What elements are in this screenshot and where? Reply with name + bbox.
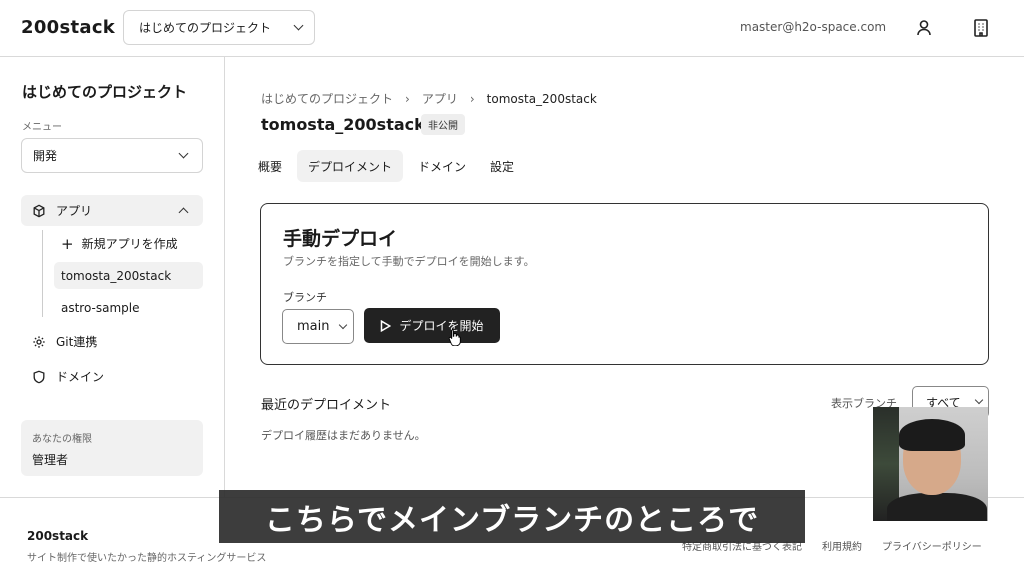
sidebar: はじめてのプロジェクト メニュー 開発 アプリ + 新規アプリを作成 tomos…	[0, 57, 225, 497]
sidebar-item-git[interactable]: Git連携	[32, 333, 97, 350]
chevron-down-icon	[293, 20, 304, 31]
hand-cursor-icon	[448, 329, 461, 346]
sidebar-item-domain[interactable]: ドメイン	[32, 368, 104, 385]
branch-label: ブランチ	[283, 291, 327, 304]
video-caption: こちらでメインブランチのところで	[219, 490, 805, 543]
empty-history-message: デプロイ履歴はまだありません。	[261, 429, 426, 442]
shield-icon	[33, 370, 45, 383]
sidebar-item-astro-sample[interactable]: astro-sample	[54, 294, 203, 321]
tab-settings[interactable]: 設定	[481, 150, 523, 182]
top-header: 200stack はじめてのプロジェクト master@h2o-space.co…	[0, 0, 1024, 57]
cube-icon	[33, 204, 45, 217]
footer-link-privacy[interactable]: プライバシーポリシー	[882, 538, 982, 553]
chevron-up-icon	[178, 207, 189, 217]
permission-box: あなたの権限 管理者	[21, 420, 203, 476]
menu-select-value: 開発	[33, 149, 58, 163]
sidebar-item-label: tomosta_200stack	[61, 268, 172, 283]
chevron-down-icon	[338, 320, 348, 329]
webcam-person-body	[887, 493, 987, 521]
recent-deployments-title: 最近のデプロイメント	[261, 398, 392, 413]
sidebar-item-label: アプリ	[56, 204, 93, 218]
chevron-right-icon: ›	[405, 91, 410, 106]
project-select-value: はじめてのプロジェクト	[139, 21, 272, 35]
branch-select[interactable]: main	[282, 309, 354, 344]
permission-label: あなたの権限	[32, 434, 92, 445]
webcam-overlay	[873, 407, 988, 521]
breadcrumb-app[interactable]: アプリ	[422, 90, 458, 107]
tab-domain[interactable]: ドメイン	[409, 150, 475, 182]
visibility-badge: 非公開	[421, 114, 465, 135]
footer-tagline: サイト制作で使いたかった静的ホスティングサービス	[27, 553, 267, 564]
building-icon[interactable]	[971, 18, 991, 38]
sidebar-item-label: astro-sample	[61, 300, 140, 315]
chevron-right-icon: ›	[469, 91, 475, 106]
sidebar-item-new-app[interactable]: + 新規アプリを作成	[54, 230, 203, 257]
footer-link-terms[interactable]: 利用規約	[822, 538, 862, 553]
card-title: 手動デプロイ	[283, 228, 398, 250]
start-deploy-button[interactable]: デプロイを開始	[364, 308, 500, 343]
menu-label: メニュー	[22, 122, 62, 133]
footer-brand: 200stack	[27, 529, 89, 543]
menu-select[interactable]: 開発	[21, 138, 203, 173]
permission-value: 管理者	[32, 453, 69, 467]
tab-overview[interactable]: 概要	[249, 150, 291, 182]
manual-deploy-card: 手動デプロイ ブランチを指定して手動でデプロイを開始します。 ブランチ main…	[260, 203, 989, 365]
sidebar-title: はじめてのプロジェクト	[22, 83, 188, 101]
sidebar-item-tomosta[interactable]: tomosta_200stack	[54, 262, 203, 289]
tab-deployments[interactable]: デプロイメント	[297, 150, 404, 182]
sidebar-item-label: ドメイン	[56, 370, 105, 384]
project-select[interactable]: はじめてのプロジェクト	[123, 10, 315, 45]
user-email: master@h2o-space.com	[740, 20, 887, 34]
tab-bar: 概要 デプロイメント ドメイン 設定	[249, 150, 529, 182]
sidebar-item-label: Git連携	[56, 335, 98, 349]
page-title: tomosta_200stack	[261, 115, 425, 134]
play-icon	[381, 319, 392, 332]
webcam-person-hair	[899, 419, 965, 451]
plus-icon: +	[61, 234, 74, 253]
chevron-down-icon	[974, 395, 984, 405]
chevron-down-icon	[178, 148, 189, 159]
start-deploy-label: デプロイを開始	[399, 319, 484, 333]
user-icon[interactable]	[914, 18, 934, 38]
gear-icon	[33, 335, 45, 348]
breadcrumb-project[interactable]: はじめてのプロジェクト	[261, 90, 393, 107]
breadcrumb: はじめてのプロジェクト › アプリ › tomosta_200stack	[261, 90, 597, 107]
branch-select-value: main	[297, 319, 330, 334]
breadcrumb-current: tomosta_200stack	[486, 91, 597, 106]
tree-line	[42, 230, 43, 317]
logo[interactable]: 200stack	[21, 17, 115, 38]
sidebar-item-app[interactable]: アプリ	[21, 195, 203, 226]
sidebar-item-label: 新規アプリを作成	[81, 237, 178, 251]
card-description: ブランチを指定して手動でデプロイを開始します。	[283, 255, 535, 268]
